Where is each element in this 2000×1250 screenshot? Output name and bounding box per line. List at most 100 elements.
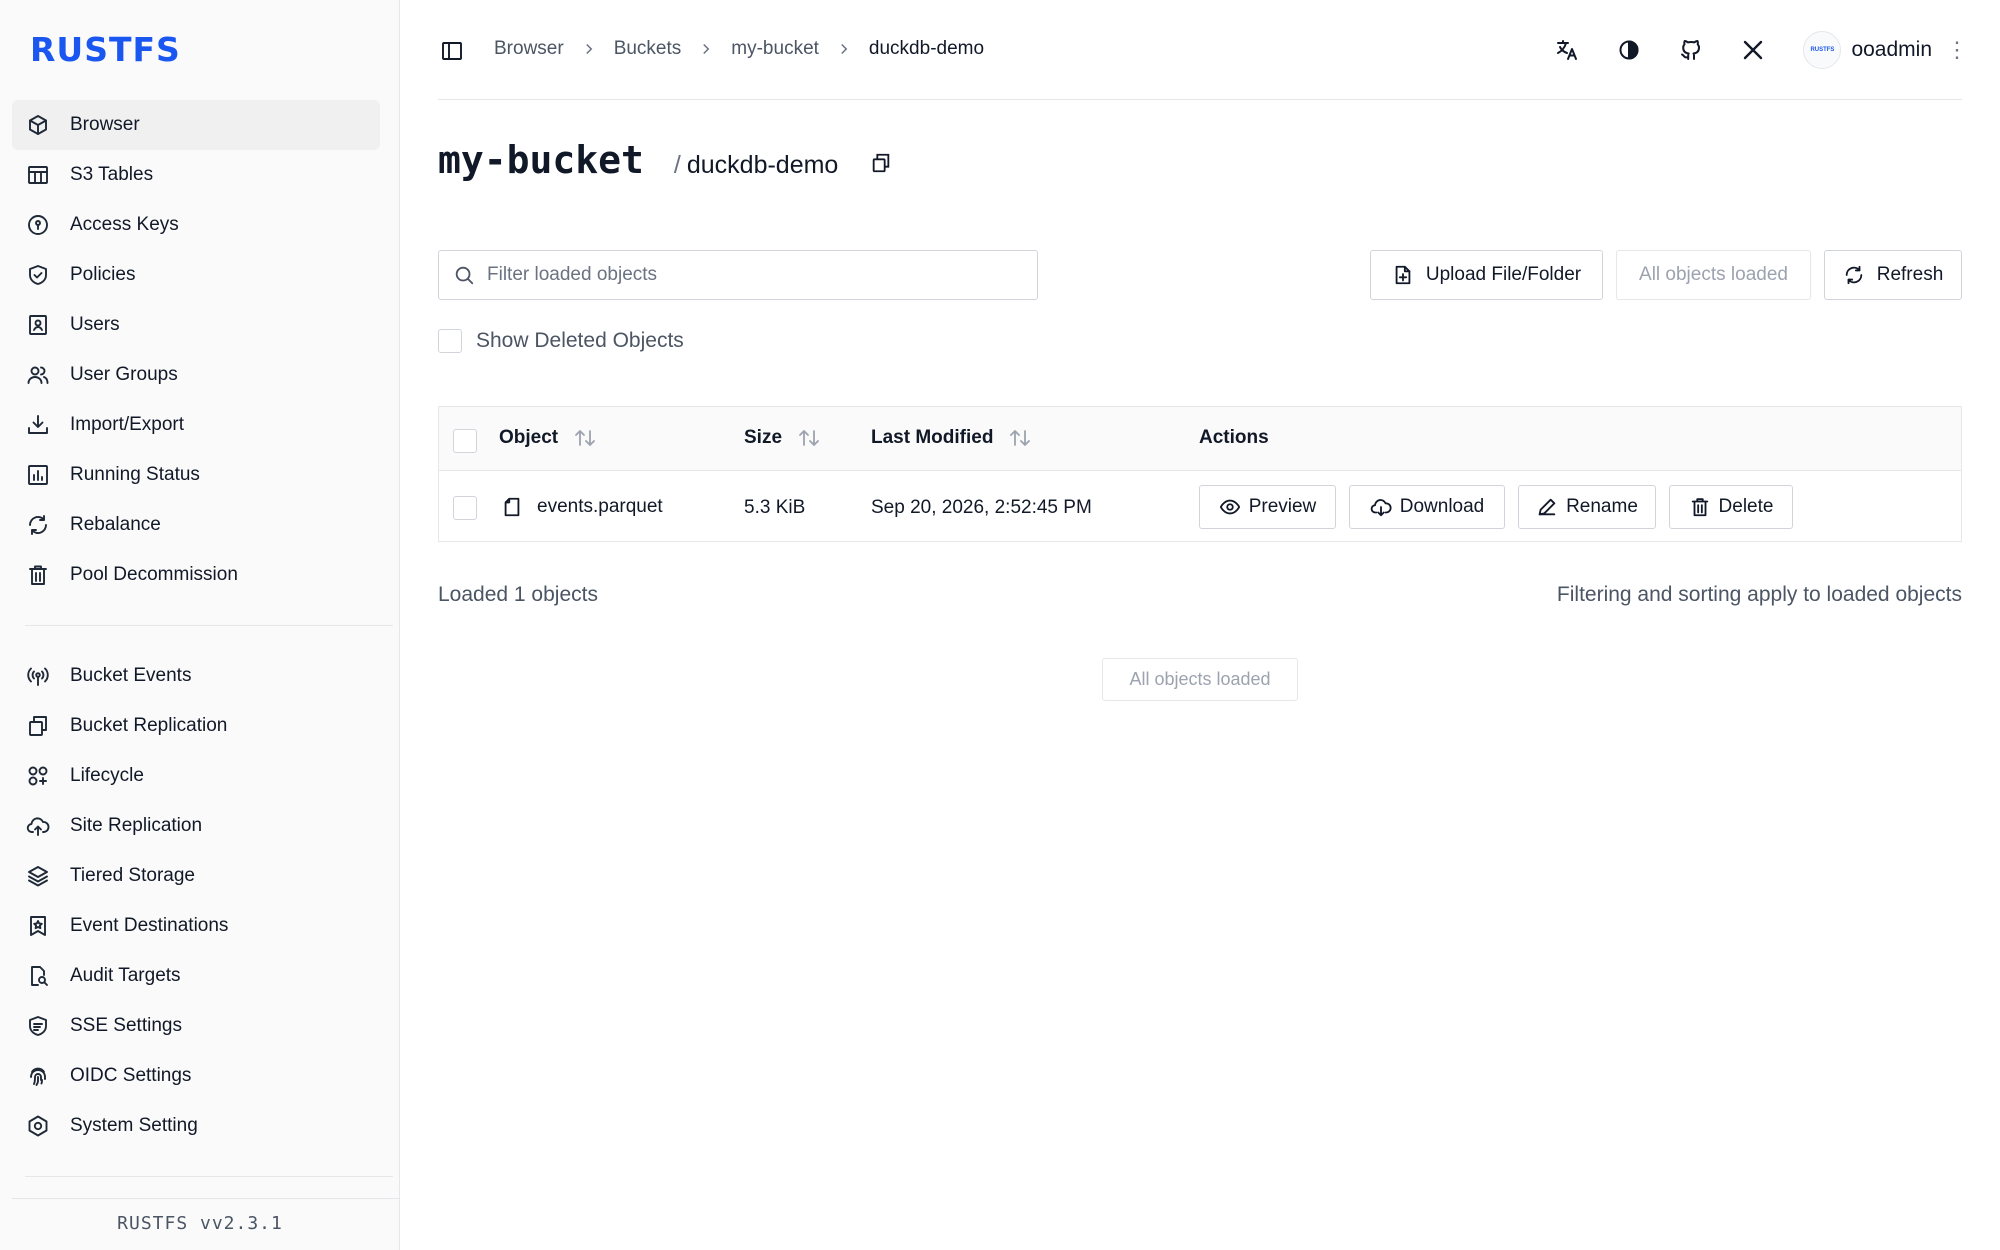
trash-icon: [1691, 498, 1708, 517]
sidebar-item-label: Running Status: [70, 464, 200, 485]
shield-check-icon: [26, 263, 50, 287]
delete-button[interactable]: Delete: [1669, 485, 1793, 529]
top-header: Browser Buckets my-bucket duckdb-demo RU…: [438, 0, 1968, 100]
sort-icon[interactable]: [572, 427, 598, 449]
objects-table: Object Size Last Modified Actions events…: [438, 406, 1962, 542]
sidebar-item-label: Bucket Events: [70, 665, 192, 686]
sidebar-item-sse-settings[interactable]: SSE Settings: [12, 1001, 380, 1051]
column-size[interactable]: Size: [744, 427, 822, 449]
breadcrumb-browser[interactable]: Browser: [494, 38, 564, 60]
sidebar-item-s3-tables[interactable]: S3 Tables: [12, 150, 380, 200]
sort-icon[interactable]: [796, 427, 822, 449]
lifecycle-icon: [26, 764, 50, 788]
object-modified: Sep 20, 2026, 2:52:45 PM: [871, 497, 1092, 518]
preview-label: Preview: [1248, 496, 1317, 517]
box-icon: [26, 113, 50, 137]
sidebar-item-label: Tiered Storage: [70, 865, 195, 886]
object-size: 5.3 KiB: [744, 497, 806, 518]
sidebar-item-site-replication[interactable]: Site Replication: [12, 801, 380, 851]
sidebar-item-users[interactable]: Users: [12, 300, 380, 350]
sidebar-toggle-button[interactable]: [438, 37, 466, 65]
page-title-row: my-bucket / duckdb-demo: [438, 138, 838, 182]
sidebar-item-audit-targets[interactable]: Audit Targets: [12, 951, 380, 1001]
theme-toggle-button[interactable]: [1609, 30, 1649, 70]
breadcrumb-current: duckdb-demo: [868, 38, 985, 59]
sidebar-item-user-groups[interactable]: User Groups: [12, 350, 380, 400]
x-icon: [1744, 40, 1763, 60]
table-icon: [26, 163, 50, 187]
breadcrumb-buckets[interactable]: Buckets: [614, 38, 682, 60]
sidebar-item-system-setting[interactable]: System Setting: [12, 1101, 380, 1151]
sidebar-item-bucket-replication[interactable]: Bucket Replication: [12, 701, 380, 751]
broadcast-icon: [26, 664, 50, 688]
column-object-label: Object: [499, 427, 559, 448]
file-plus-icon: [1395, 265, 1411, 285]
sidebar-item-label: S3 Tables: [70, 164, 154, 185]
search-icon: [455, 266, 474, 285]
rustfs-logo[interactable]: RUSTFS: [30, 30, 181, 69]
x-social-button[interactable]: [1733, 30, 1773, 70]
sidebar-item-running-status[interactable]: Running Status: [12, 450, 380, 500]
sidebar-item-label: Event Destinations: [70, 915, 229, 936]
sidebar-item-label: Pool Decommission: [70, 564, 238, 585]
github-button[interactable]: [1671, 30, 1711, 70]
more-vertical-icon[interactable]: ⋮: [1946, 37, 1968, 63]
breadcrumb-bucket[interactable]: my-bucket: [731, 38, 819, 60]
user-menu[interactable]: RUSTFS ooadmin ⋮: [1803, 31, 1968, 69]
encryption-icon: [26, 1014, 50, 1038]
download-button[interactable]: Download: [1349, 485, 1505, 529]
refresh-icon: [1845, 265, 1862, 285]
sidebar-item-tiered-storage[interactable]: Tiered Storage: [12, 851, 380, 901]
layers-icon: [26, 864, 50, 888]
sidebar-item-event-destinations[interactable]: Event Destinations: [12, 901, 380, 951]
user-badge-icon: [26, 313, 50, 337]
sort-icon[interactable]: [1007, 427, 1033, 449]
show-deleted-checkbox[interactable]: [438, 329, 462, 353]
upload-button[interactable]: Upload File/Folder: [1370, 250, 1603, 300]
column-object[interactable]: Object: [499, 427, 598, 449]
sidebar-item-pool-decommission[interactable]: Pool Decommission: [12, 550, 380, 600]
users-icon: [26, 363, 50, 387]
sidebar-item-label: User Groups: [70, 364, 178, 385]
refresh-button[interactable]: Refresh: [1824, 250, 1962, 300]
sidebar-item-label: Policies: [70, 264, 136, 285]
page-title: my-bucket: [438, 138, 644, 182]
sidebar-item-rebalance[interactable]: Rebalance: [12, 500, 380, 550]
key-circle-icon: [26, 213, 50, 237]
sidebar-item-policies[interactable]: Policies: [12, 250, 380, 300]
sidebar-item-import-export[interactable]: Import/Export: [12, 400, 380, 450]
sidebar-item-access-keys[interactable]: Access Keys: [12, 200, 380, 250]
refresh-label: Refresh: [1876, 264, 1944, 285]
header-actions: RUSTFS ooadmin ⋮: [1525, 30, 1968, 70]
sidebar-item-browser[interactable]: Browser: [12, 100, 380, 150]
translate-icon: [1557, 40, 1578, 60]
language-button[interactable]: [1547, 30, 1587, 70]
sidebar-item-lifecycle[interactable]: Lifecycle: [12, 751, 380, 801]
row-checkbox[interactable]: [453, 496, 477, 520]
object-name-cell[interactable]: events.parquet: [501, 496, 663, 518]
sidebar-primary-nav: Browser S3 Tables Access Keys Policies U…: [12, 100, 380, 600]
sidebar-divider-bottom: [25, 1176, 393, 1177]
all-loaded-label: All objects loaded: [1639, 264, 1788, 285]
select-all-checkbox[interactable]: [453, 429, 477, 453]
copy-path-button[interactable]: [868, 150, 894, 176]
column-last-modified[interactable]: Last Modified: [871, 427, 1033, 449]
column-actions-label: Actions: [1199, 427, 1269, 448]
sidebar-footer-divider: [12, 1198, 400, 1199]
github-icon: [1681, 40, 1701, 60]
sidebar-item-bucket-events[interactable]: Bucket Events: [12, 651, 380, 701]
all-loaded-indicator: All objects loaded: [1102, 658, 1298, 701]
sidebar: RUSTFS Browser S3 Tables Access Keys Pol…: [0, 0, 400, 1250]
sidebar-item-label: Import/Export: [70, 414, 185, 435]
show-deleted-toggle: Show Deleted Objects: [438, 329, 684, 353]
sidebar-item-label: Bucket Replication: [70, 715, 228, 736]
download-tray-icon: [26, 413, 50, 437]
rename-button[interactable]: Rename: [1518, 485, 1656, 529]
sidebar-item-oidc-settings[interactable]: OIDC Settings: [12, 1051, 380, 1101]
sidebar-item-label: Audit Targets: [70, 965, 181, 986]
version-label: RUSTFS vv2.3.1: [117, 1213, 283, 1234]
fingerprint-icon: [26, 1064, 50, 1088]
sidebar-item-label: SSE Settings: [70, 1015, 182, 1036]
preview-button[interactable]: Preview: [1199, 485, 1336, 529]
filter-input[interactable]: [487, 264, 1007, 286]
